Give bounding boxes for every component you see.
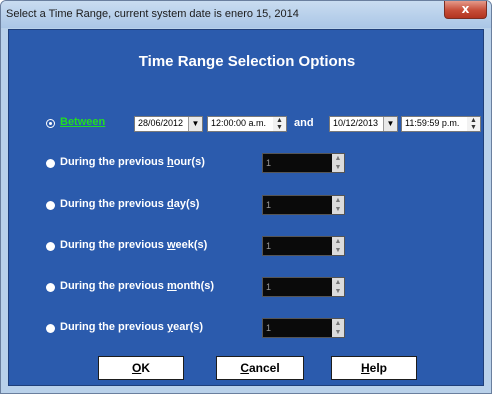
spin-up-icon[interactable]: ▲: [467, 117, 480, 124]
years-count-value: 1: [266, 323, 272, 333]
access-key: O: [131, 361, 142, 375]
spin-down-icon[interactable]: ▼: [332, 246, 344, 255]
dialog-heading: Time Range Selection Options: [138, 53, 356, 70]
option-prefix: During the previous: [60, 321, 167, 333]
end-time-spinner[interactable]: ▲ ▼: [467, 117, 480, 131]
close-icon: x: [461, 2, 470, 16]
cancel-button[interactable]: Cancel: [216, 356, 304, 380]
option-suffix: ay(s): [173, 198, 200, 210]
weeks-count-value: 1: [266, 241, 272, 251]
dialog-client-area: Time Range Selection Options Between 28/…: [8, 29, 484, 386]
days-count-field[interactable]: 1 ▲ ▼: [262, 195, 345, 215]
spin-up-icon[interactable]: ▲: [332, 237, 344, 246]
chevron-down-icon[interactable]: ▼: [188, 117, 202, 131]
option-suffix: eek(s): [175, 239, 208, 251]
end-time-value: 11:59:59 p.m.: [405, 118, 460, 128]
previous-days-label[interactable]: During the previous day(s): [60, 198, 199, 210]
start-date-value: 28/06/2012: [138, 118, 184, 128]
option-prefix: During the previous: [60, 239, 167, 251]
ok-button[interactable]: OK: [98, 356, 184, 380]
window-title: Select a Time Range, current system date…: [6, 8, 299, 20]
previous-years-label[interactable]: During the previous year(s): [60, 321, 203, 333]
days-count-spinner[interactable]: ▲ ▼: [332, 196, 344, 214]
spin-down-icon[interactable]: ▼: [332, 163, 344, 172]
previous-days-radio[interactable]: [46, 201, 55, 210]
previous-hours-radio[interactable]: [46, 159, 55, 168]
previous-years-radio[interactable]: [46, 324, 55, 333]
months-count-spinner[interactable]: ▲ ▼: [332, 278, 344, 296]
chevron-down-icon[interactable]: ▼: [383, 117, 397, 131]
spin-down-icon[interactable]: ▼: [332, 328, 344, 337]
title-bar[interactable]: Select a Time Range, current system date…: [1, 1, 491, 28]
close-button[interactable]: x: [444, 1, 487, 19]
spin-up-icon[interactable]: ▲: [332, 154, 344, 163]
option-prefix: During the previous: [60, 280, 167, 292]
access-key: C: [240, 361, 249, 375]
between-radio[interactable]: [46, 119, 55, 128]
weeks-count-field[interactable]: 1 ▲ ▼: [262, 236, 345, 256]
months-count-field[interactable]: 1 ▲ ▼: [262, 277, 345, 297]
access-key: H: [360, 361, 370, 375]
years-count-spinner[interactable]: ▲ ▼: [332, 319, 344, 337]
spin-up-icon[interactable]: ▲: [332, 278, 344, 287]
start-date-field[interactable]: 28/06/2012 ▼: [134, 116, 203, 132]
spin-up-icon[interactable]: ▲: [332, 196, 344, 205]
between-label[interactable]: Between: [60, 116, 105, 128]
dialog-window: Select a Time Range, current system date…: [0, 0, 492, 394]
spin-down-icon[interactable]: ▼: [332, 205, 344, 214]
spin-down-icon[interactable]: ▼: [332, 287, 344, 296]
hours-count-spinner[interactable]: ▲ ▼: [332, 154, 344, 172]
hours-count-field[interactable]: 1 ▲ ▼: [262, 153, 345, 173]
access-key: w: [166, 239, 176, 251]
start-time-field[interactable]: 12:00:00 a.m. ▲ ▼: [207, 116, 287, 132]
access-key: d: [166, 198, 174, 210]
access-key: h: [166, 156, 174, 168]
previous-months-label[interactable]: During the previous month(s): [60, 280, 214, 292]
weeks-count-spinner[interactable]: ▲ ▼: [332, 237, 344, 255]
button-label: ancel: [248, 361, 280, 375]
start-time-spinner[interactable]: ▲ ▼: [273, 117, 286, 131]
end-date-value: 10/12/2013: [333, 118, 379, 128]
hours-count-value: 1: [266, 158, 272, 168]
previous-hours-label[interactable]: During the previous hour(s): [60, 156, 205, 168]
option-prefix: During the previous: [60, 156, 167, 168]
and-label: and: [294, 117, 314, 129]
option-suffix: ear(s): [173, 321, 204, 333]
spin-up-icon[interactable]: ▲: [332, 319, 344, 328]
access-key: m: [166, 280, 177, 292]
option-prefix: During the previous: [60, 198, 167, 210]
previous-weeks-label[interactable]: During the previous week(s): [60, 239, 207, 251]
option-suffix: onth(s): [176, 280, 215, 292]
help-button[interactable]: Help: [331, 356, 417, 380]
spin-down-icon[interactable]: ▼: [273, 124, 286, 131]
previous-weeks-radio[interactable]: [46, 242, 55, 251]
button-label: elp: [369, 361, 387, 375]
previous-months-radio[interactable]: [46, 283, 55, 292]
days-count-value: 1: [266, 200, 272, 210]
years-count-field[interactable]: 1 ▲ ▼: [262, 318, 345, 338]
spin-up-icon[interactable]: ▲: [273, 117, 286, 124]
end-date-field[interactable]: 10/12/2013 ▼: [329, 116, 398, 132]
spin-down-icon[interactable]: ▼: [467, 124, 480, 131]
button-label: K: [141, 361, 150, 375]
months-count-value: 1: [266, 282, 272, 292]
end-time-field[interactable]: 11:59:59 p.m. ▲ ▼: [401, 116, 481, 132]
start-time-value: 12:00:00 a.m.: [211, 118, 267, 128]
option-suffix: our(s): [173, 156, 205, 168]
